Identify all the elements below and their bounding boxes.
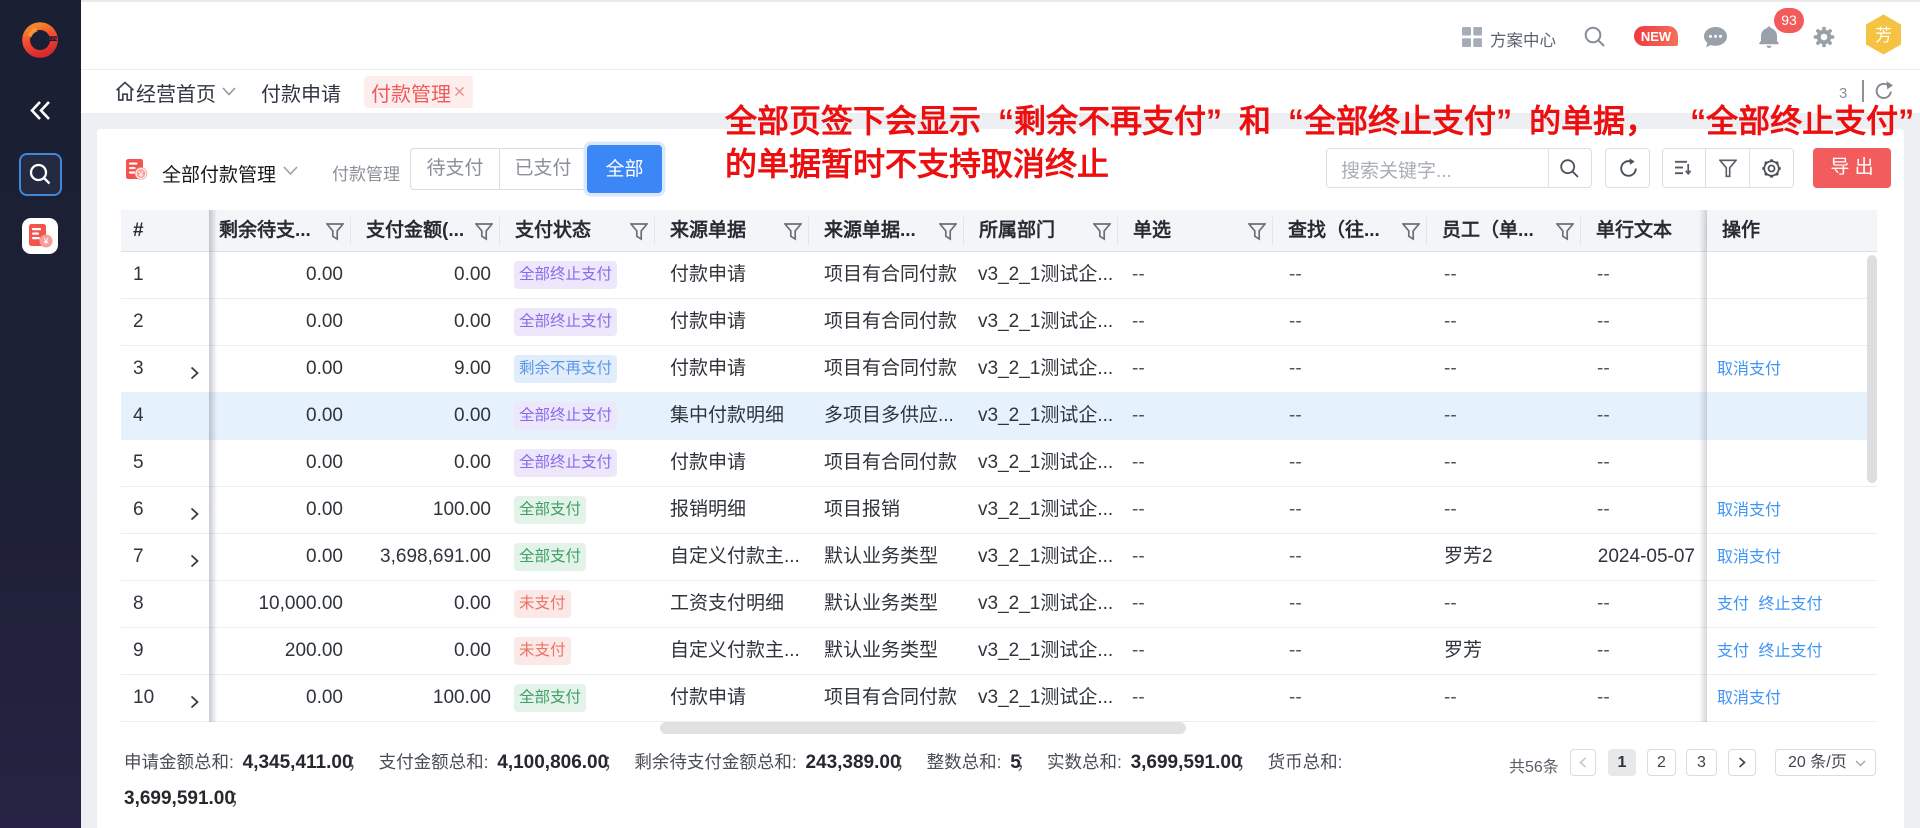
- svg-text:CRM: CRM: [49, 36, 58, 41]
- svg-text:¥: ¥: [138, 169, 144, 179]
- svg-text:¥: ¥: [42, 236, 49, 246]
- svg-text:芳: 芳: [1875, 26, 1892, 45]
